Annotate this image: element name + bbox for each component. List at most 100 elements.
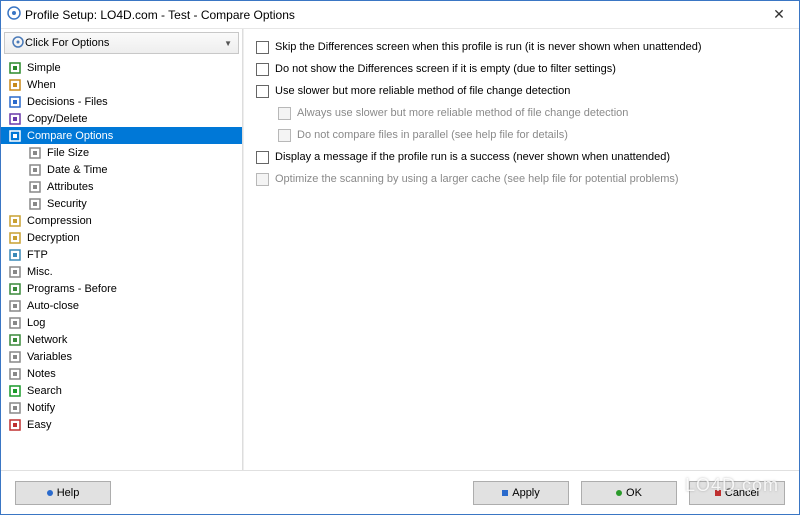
gear-icon [11,35,25,52]
option-label: Do not compare files in parallel (see he… [297,129,568,141]
autoclose-icon [7,298,23,314]
checkbox[interactable] [256,85,269,98]
sidebar-item-simple[interactable]: Simple [1,59,242,76]
sidebar-item-compression[interactable]: Compression [1,212,242,229]
cancel-button[interactable]: Cancel [689,481,785,505]
security-icon [27,196,43,212]
sidebar-item-security[interactable]: Security [1,195,242,212]
option-row-5[interactable]: Display a message if the profile run is … [256,147,787,167]
sidebar-item-label: Compression [27,215,92,227]
notes-icon [7,366,23,382]
log-icon [7,315,23,331]
sidebar-item-label: Programs - Before [27,283,117,295]
cancel-button-label: Cancel [725,487,759,499]
compression-icon [7,213,23,229]
checkbox[interactable] [256,41,269,54]
notify-icon [7,400,23,416]
option-row-0[interactable]: Skip the Differences screen when this pr… [256,37,787,57]
sidebar-item-programs-before[interactable]: Programs - Before [1,280,242,297]
titlebar: Profile Setup: LO4D.com - Test - Compare… [1,1,799,29]
dialog-body: Click For Options ▼ Simple When Decisions … [1,29,799,470]
sidebar-item-log[interactable]: Log [1,314,242,331]
sidebar-item-decisions-files[interactable]: Decisions - Files [1,93,242,110]
option-row-4: Do not compare files in parallel (see he… [256,125,787,145]
sidebar-item-easy[interactable]: Easy [1,416,242,433]
copy-icon [7,111,23,127]
options-dropdown[interactable]: Click For Options ▼ [4,32,239,54]
option-label: Skip the Differences screen when this pr… [275,41,702,53]
sidebar-item-label: Decryption [27,232,80,244]
chevron-down-icon: ▼ [224,39,232,48]
sidebar-item-label: Misc. [27,266,53,278]
checkbox [278,129,291,142]
sidebar-item-label: Decisions - Files [27,96,108,108]
close-button[interactable]: ✕ [759,1,799,29]
datetime-icon [27,162,43,178]
sidebar-item-label: Auto-close [27,300,79,312]
decision-icon [7,94,23,110]
checkbox[interactable] [256,63,269,76]
programs-icon [7,281,23,297]
cancel-icon [715,490,721,496]
sidebar-item-when[interactable]: When [1,76,242,93]
sidebar-item-search[interactable]: Search [1,382,242,399]
option-row-1[interactable]: Do not show the Differences screen if it… [256,59,787,79]
search-icon [7,383,23,399]
option-label: Always use slower but more reliable meth… [297,107,628,119]
checkbox [256,173,269,186]
ok-button[interactable]: OK [581,481,677,505]
apply-button[interactable]: Apply [473,481,569,505]
sidebar-item-ftp[interactable]: FTP [1,246,242,263]
sidebar-item-variables[interactable]: Variables [1,348,242,365]
help-icon [47,490,53,496]
sidebar-item-label: Notes [27,368,56,380]
sidebar-item-attributes[interactable]: Attributes [1,178,242,195]
sidebar-item-label: Easy [27,419,51,431]
sidebar-item-network[interactable]: Network [1,331,242,348]
attributes-icon [27,179,43,195]
window: Profile Setup: LO4D.com - Test - Compare… [0,0,800,515]
variables-icon [7,349,23,365]
option-row-6: Optimize the scanning by using a larger … [256,169,787,189]
compare-icon [7,128,23,144]
sidebar-item-misc-[interactable]: Misc. [1,263,242,280]
sidebar: Click For Options ▼ Simple When Decisions … [1,29,243,470]
sidebar-item-copy-delete[interactable]: Copy/Delete [1,110,242,127]
sidebar-item-label: Date & Time [47,164,108,176]
window-title: Profile Setup: LO4D.com - Test - Compare… [25,8,759,22]
sidebar-item-label: Attributes [47,181,93,193]
option-label: Optimize the scanning by using a larger … [275,173,679,185]
option-label: Use slower but more reliable method of f… [275,85,570,97]
sidebar-item-label: Simple [27,62,61,74]
sidebar-item-auto-close[interactable]: Auto-close [1,297,242,314]
sidebar-item-label: File Size [47,147,89,159]
sidebar-item-label: FTP [27,249,48,261]
network-icon [7,332,23,348]
sidebar-item-label: Notify [27,402,55,414]
options-header-label: Click For Options [25,37,109,49]
ok-button-label: OK [626,487,642,499]
sidebar-item-label: Variables [27,351,72,363]
sidebar-item-file-size[interactable]: File Size [1,144,242,161]
ftp-icon [7,247,23,263]
sidebar-item-notify[interactable]: Notify [1,399,242,416]
option-row-2[interactable]: Use slower but more reliable method of f… [256,81,787,101]
sidebar-item-label: Compare Options [27,130,113,142]
option-label: Do not show the Differences screen if it… [275,63,616,75]
sidebar-item-label: Search [27,385,62,397]
help-button[interactable]: Help [15,481,111,505]
sidebar-item-date-time[interactable]: Date & Time [1,161,242,178]
sidebar-item-decryption[interactable]: Decryption [1,229,242,246]
misc-icon [7,264,23,280]
option-label: Display a message if the profile run is … [275,151,670,163]
sidebar-item-label: When [27,79,56,91]
checkbox [278,107,291,120]
filesize-icon [27,145,43,161]
sidebar-item-notes[interactable]: Notes [1,365,242,382]
sidebar-item-compare-options[interactable]: Compare Options [1,127,242,144]
apply-icon [502,490,508,496]
sidebar-item-label: Security [47,198,87,210]
option-row-3: Always use slower but more reliable meth… [256,103,787,123]
checkbox[interactable] [256,151,269,164]
sidebar-item-label: Network [27,334,67,346]
